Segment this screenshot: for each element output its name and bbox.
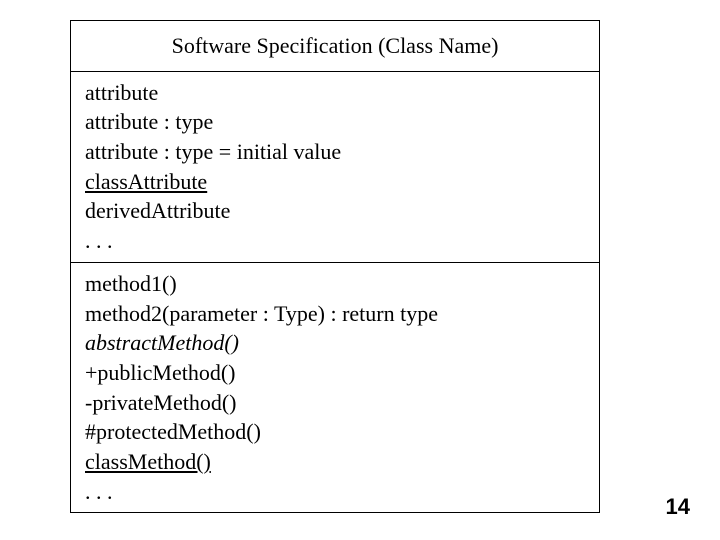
page-number: 14 [666,494,690,520]
class-name: Software Specification (Class Name) [172,33,499,58]
ellipsis: . . . [85,477,585,507]
abstract-method-line: abstractMethod() [85,328,585,358]
derived-attribute-line: derivedAttribute [85,196,585,226]
attribute-line: attribute : type [85,107,585,137]
method-line: method1() [85,269,585,299]
ellipsis: . . . [85,226,585,256]
class-attribute-line: classAttribute [85,167,585,197]
protected-method-line: #protectedMethod() [85,417,585,447]
attribute-line: attribute [85,78,585,108]
uml-class-box: Software Specification (Class Name) attr… [70,20,600,513]
attributes-compartment: attribute attribute : type attribute : t… [71,72,599,263]
attribute-line: attribute : type = initial value [85,137,585,167]
class-name-compartment: Software Specification (Class Name) [71,21,599,72]
method-line: method2(parameter : Type) : return type [85,299,585,329]
class-method-line: classMethod() [85,447,585,477]
public-method-line: +publicMethod() [85,358,585,388]
private-method-line: -privateMethod() [85,388,585,418]
methods-compartment: method1() method2(parameter : Type) : re… [71,263,599,513]
